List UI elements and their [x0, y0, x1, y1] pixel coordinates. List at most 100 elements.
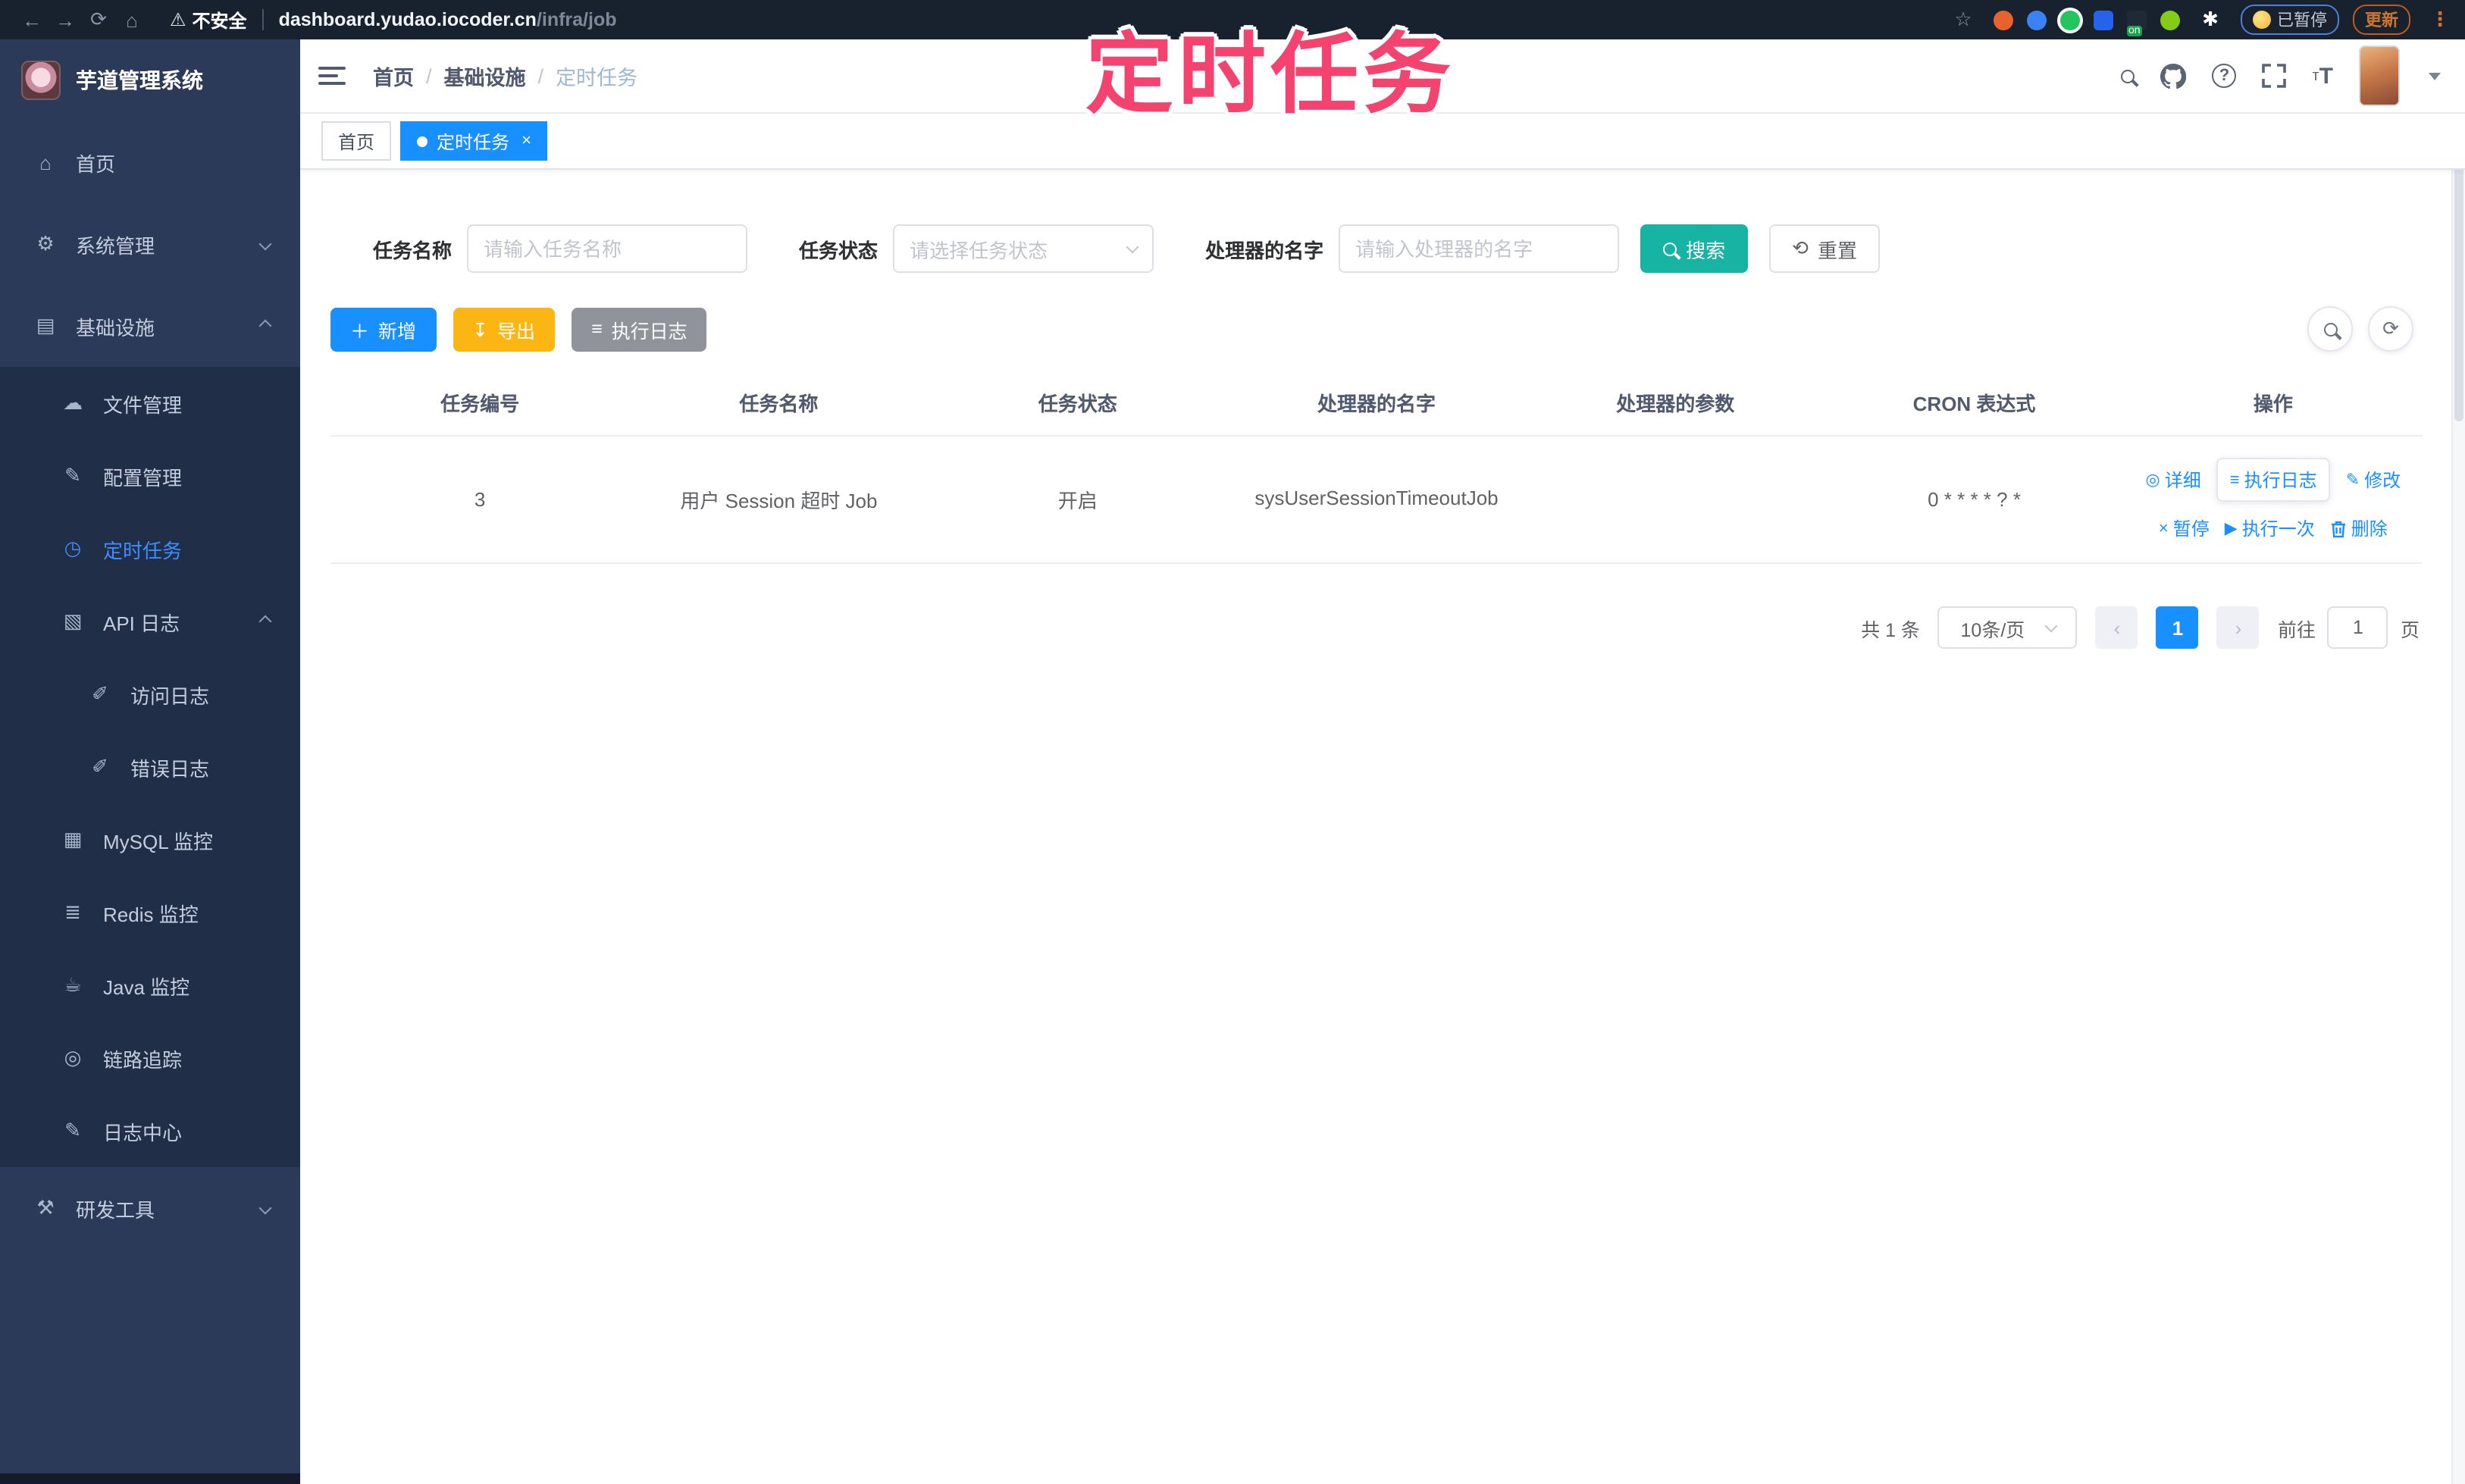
pause-link[interactable]: × 暂停 — [2159, 515, 2210, 541]
edit-link[interactable]: ✎ 修改 — [2346, 467, 2401, 493]
sidebar-item-system[interactable]: ⚙ 系统管理 — [0, 203, 300, 285]
download-icon: ↧ — [472, 319, 489, 340]
layers-icon: ≣ — [64, 900, 81, 923]
refresh-icon: ⟲ — [1792, 236, 1809, 259]
job-name-label: 任务名称 — [373, 239, 453, 261]
sidebar-item-file-manage[interactable]: ☁ 文件管理 — [0, 367, 300, 440]
browser-back-icon[interactable]: ← — [15, 8, 49, 31]
browser-reload-icon[interactable]: ⟳ — [82, 8, 115, 32]
sidebar-collapse-icon[interactable] — [318, 67, 346, 85]
sidebar-item-home[interactable]: ⌂ 首页 — [0, 121, 300, 203]
job-log-button[interactable]: ≡ 执行日志 — [572, 307, 707, 351]
sidebar: 芋道管理系统 ⌂ 首页 ⚙ 系统管理 ▤ 基础设施 ☁ 文件管理 ✎ 配置管理 … — [0, 39, 300, 1484]
caret-down-icon[interactable] — [2429, 72, 2441, 80]
add-button[interactable]: ＋ 新增 — [330, 307, 437, 351]
chevron-down-icon — [1126, 240, 1139, 253]
infra-submenu: ☁ 文件管理 ✎ 配置管理 ◷ 定时任务 ▧ API 日志 ✐ 访问日志 ✐ 错… — [0, 367, 300, 1167]
page-size-select[interactable]: 10条/页 — [1937, 606, 2078, 649]
detail-link[interactable]: ◎ 详细 — [2146, 467, 2201, 493]
url-separator — [262, 9, 264, 30]
cell-actions: ◎ 详细 ≡ 执行日志 ✎ 修改 × 暂停 ▶ 执行一次 删除 — [2123, 436, 2423, 564]
search-icon[interactable] — [2121, 69, 2135, 83]
github-icon[interactable] — [2160, 63, 2187, 89]
handler-name-input[interactable] — [1339, 224, 1620, 273]
screen: ← → ⟳ ⌂ ⚠ 不安全 dashboard.yudao.iocoder.cn… — [0, 0, 2465, 1484]
update-button[interactable]: 更新 — [2353, 5, 2410, 35]
job-status-label: 任务状态 — [799, 239, 879, 261]
job-name-input[interactable] — [467, 224, 748, 273]
sidebar-item-mysql-monitor[interactable]: ▦ MySQL 监控 — [0, 803, 300, 876]
extension-icon-lime[interactable] — [2160, 10, 2180, 30]
refresh-icon[interactable]: ⟳ — [2368, 306, 2413, 352]
sidebar-item-java-monitor[interactable]: ☕ Java 监控 — [0, 949, 300, 1022]
extension-icon-blue[interactable] — [2027, 10, 2047, 30]
handler-name-label: 处理器的名字 — [1205, 239, 1324, 261]
edit-square-icon: ✎ — [64, 464, 81, 487]
toolbox-icon: ⚒ — [36, 1196, 55, 1219]
job-status-select[interactable]: 请选择任务状态 — [893, 224, 1154, 273]
tag-home[interactable]: 首页 — [321, 121, 392, 161]
logo-avatar — [21, 61, 61, 100]
help-icon[interactable]: ? — [2212, 64, 2237, 88]
page-header: 首页 / 基础设施 / 定时任务 ? ᴛT — [300, 39, 2465, 114]
extension-icon-indigo[interactable] — [2094, 10, 2113, 30]
browser-menu-icon[interactable]: ⋮ — [2430, 8, 2450, 32]
col-job-status: 任务状态 — [928, 373, 1227, 437]
sidebar-item-trace[interactable]: ◎ 链路追踪 — [0, 1022, 300, 1094]
tag-bar: 首页 定时任务 × — [300, 114, 2465, 170]
sidebar-item-redis-monitor[interactable]: ≣ Redis 监控 — [0, 876, 300, 949]
close-icon[interactable]: × — [522, 132, 531, 150]
delete-link[interactable]: 删除 — [2330, 515, 2388, 541]
page-scrollbar[interactable] — [2451, 39, 2465, 1484]
extension-icon-on-badge[interactable]: on — [2127, 10, 2147, 36]
run-once-link[interactable]: ▶ 执行一次 — [2225, 515, 2315, 541]
avatar[interactable] — [2359, 45, 2400, 106]
logo-row[interactable]: 芋道管理系统 — [0, 39, 300, 121]
reset-button[interactable]: ⟲ 重置 — [1769, 224, 1880, 273]
breadcrumb-home[interactable]: 首页 — [373, 61, 414, 91]
address-bar[interactable]: ⚠ 不安全 dashboard.yudao.iocoder.cn /infra/… — [170, 7, 1947, 33]
tag-scheduled-job[interactable]: 定时任务 × — [400, 121, 548, 161]
browser-home-icon[interactable]: ⌂ — [115, 8, 149, 31]
paused-badge[interactable]: 已暂停 — [2241, 5, 2339, 35]
sidebar-item-access-log[interactable]: ✐ 访问日志 — [0, 658, 300, 731]
bookmark-star-icon[interactable]: ☆ — [1947, 8, 1980, 32]
extensions-puzzle-icon[interactable]: ✱ — [2194, 8, 2227, 32]
fullscreen-icon[interactable] — [2262, 64, 2287, 88]
next-page-button[interactable]: › — [2216, 606, 2260, 649]
play-icon: ▶ — [2224, 520, 2238, 538]
current-page[interactable]: 1 — [2156, 606, 2199, 649]
goto-label: 前往 — [2277, 619, 2316, 640]
sidebar-item-error-log[interactable]: ✐ 错误日志 — [0, 731, 300, 803]
sidebar-item-config-manage[interactable]: ✎ 配置管理 — [0, 440, 300, 512]
sidebar-item-infra[interactable]: ▤ 基础设施 — [0, 285, 300, 367]
eye-icon: ◎ — [64, 1046, 82, 1069]
cell-handler-name: sysUserSessionTimeoutJob — [1226, 436, 1527, 564]
row-job-log-link[interactable]: ≡ 执行日志 — [2216, 458, 2331, 502]
header-actions: ? ᴛT — [2121, 45, 2441, 106]
goto-page-input[interactable] — [2327, 606, 2388, 649]
home-icon: ⌂ — [39, 151, 52, 174]
sidebar-item-api-log[interactable]: ▧ API 日志 — [0, 585, 300, 658]
eye-icon: ◎ — [2145, 471, 2160, 490]
search-form: 任务名称 任务状态 请选择任务状态 处理器的名字 搜索 — [373, 224, 2423, 273]
export-button[interactable]: ↧ 导出 — [453, 307, 556, 351]
sidebar-item-dev-tools[interactable]: ⚒ 研发工具 — [0, 1167, 300, 1249]
breadcrumb-infra[interactable]: 基础设施 — [444, 61, 526, 91]
browser-bar: ← → ⟳ ⌂ ⚠ 不安全 dashboard.yudao.iocoder.cn… — [0, 0, 2465, 39]
sidebar-item-log-center[interactable]: ✎ 日志中心 — [0, 1094, 300, 1167]
browser-forward-icon[interactable]: → — [49, 8, 82, 31]
doc-edit-icon: ✐ — [92, 682, 108, 705]
extension-icon-orange[interactable] — [1994, 10, 2013, 30]
search-button[interactable]: 搜索 — [1640, 224, 1749, 273]
prev-page-button[interactable]: ‹ — [2095, 606, 2138, 649]
font-size-icon[interactable]: ᴛT — [2312, 63, 2333, 89]
security-warning[interactable]: ⚠ 不安全 — [170, 7, 247, 33]
search-icon — [1663, 242, 1677, 255]
show-search-icon[interactable] — [2307, 306, 2353, 352]
extension-icon-green-check[interactable] — [2060, 10, 2080, 30]
gear-icon: ⚙ — [36, 232, 55, 255]
sidebar-item-scheduled-job[interactable]: ◷ 定时任务 — [0, 512, 300, 585]
breadcrumb: 首页 / 基础设施 / 定时任务 — [373, 61, 637, 91]
plus-icon: ＋ — [350, 321, 370, 342]
